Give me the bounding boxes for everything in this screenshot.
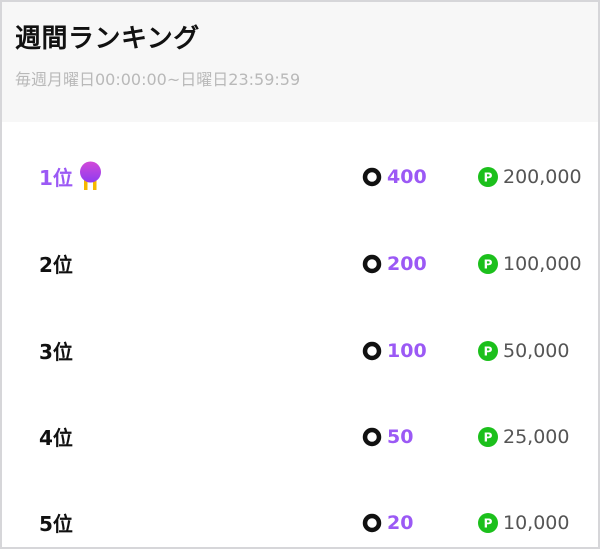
ranking-header: 週間ランキング 毎週月曜日00:00:00~日曜日23:59:59 bbox=[2, 2, 598, 122]
points-cell: 20 bbox=[362, 479, 414, 547]
points-value: 100 bbox=[387, 339, 427, 362]
prize-value: 50,000 bbox=[503, 339, 570, 362]
rank-label: 3位 bbox=[39, 340, 73, 364]
points-cell: 100 bbox=[362, 307, 427, 394]
prize-cell: P 50,000 bbox=[478, 307, 569, 394]
point-p-icon: P bbox=[478, 253, 498, 274]
ranking-row: 4位 50 P 25,000 bbox=[2, 393, 598, 480]
svg-text:P: P bbox=[484, 170, 493, 184]
weekly-ranking-panel: 週間ランキング 毎週月曜日00:00:00~日曜日23:59:59 1位 400… bbox=[0, 0, 600, 549]
rank-label: 4位 bbox=[39, 426, 73, 450]
ranking-row: 3位 100 P 50,000 bbox=[2, 307, 598, 394]
prize-value: 25,000 bbox=[503, 425, 570, 448]
ranking-row: 5位 20 P 10,000 bbox=[2, 479, 598, 547]
point-p-icon: P bbox=[478, 512, 498, 533]
svg-text:P: P bbox=[484, 516, 493, 530]
points-value: 20 bbox=[387, 511, 414, 534]
coin-icon bbox=[362, 341, 382, 361]
prize-cell: P 100,000 bbox=[478, 220, 582, 307]
rank-label: 5位 bbox=[39, 512, 73, 536]
svg-text:P: P bbox=[484, 430, 493, 444]
ranking-row: 2位 200 P 100,000 bbox=[2, 220, 598, 307]
page-title: 週間ランキング bbox=[15, 24, 200, 54]
coin-icon bbox=[362, 427, 382, 447]
prize-cell: P 10,000 bbox=[478, 479, 570, 547]
points-value: 50 bbox=[387, 425, 414, 448]
rank-cell: 2位 bbox=[39, 220, 73, 307]
coin-icon bbox=[362, 254, 382, 274]
point-p-icon: P bbox=[478, 166, 498, 187]
prize-value: 200,000 bbox=[503, 165, 582, 188]
points-cell: 400 bbox=[362, 133, 427, 220]
svg-text:P: P bbox=[484, 344, 493, 358]
rank-cell: 5位 bbox=[39, 479, 73, 547]
rank-label: 1位 bbox=[39, 166, 73, 190]
rank-cell: 4位 bbox=[39, 393, 73, 480]
prize-value: 100,000 bbox=[503, 252, 582, 275]
rank-cell: 3位 bbox=[39, 307, 73, 394]
prize-cell: P 200,000 bbox=[478, 133, 582, 220]
ranking-row: 1位 400 P 200,000 bbox=[2, 133, 598, 220]
svg-text:P: P bbox=[484, 257, 493, 271]
rank-label: 2位 bbox=[39, 253, 73, 277]
points-value: 200 bbox=[387, 252, 427, 275]
prize-cell: P 25,000 bbox=[478, 393, 569, 480]
point-p-icon: P bbox=[478, 426, 498, 447]
medal-icon bbox=[78, 161, 104, 193]
rank-cell: 1位 bbox=[39, 133, 104, 220]
points-value: 400 bbox=[387, 165, 427, 188]
coin-icon bbox=[362, 167, 382, 187]
ranking-period: 毎週月曜日00:00:00~日曜日23:59:59 bbox=[15, 70, 301, 89]
points-cell: 50 bbox=[362, 393, 413, 480]
points-cell: 200 bbox=[362, 220, 427, 307]
point-p-icon: P bbox=[478, 340, 498, 361]
prize-value: 10,000 bbox=[503, 511, 570, 534]
coin-icon bbox=[362, 513, 382, 533]
